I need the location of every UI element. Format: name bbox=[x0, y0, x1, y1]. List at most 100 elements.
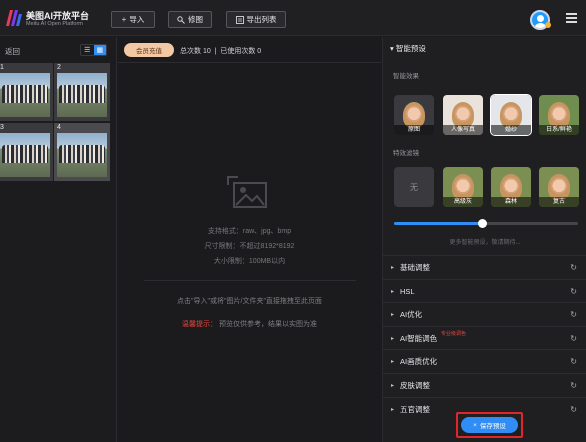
filter-vintage[interactable]: 复古 bbox=[539, 167, 579, 207]
filter-none[interactable]: 无 bbox=[394, 167, 434, 207]
upload-requirements: 支持格式：raw、jpg、bmp 尺寸限制：不超过8192*8192 大小限制：… bbox=[118, 224, 381, 269]
preview-area[interactable]: 会员充值 总次数 10 | 已使用次数 0 支持格式：raw、jpg、bmp 尺… bbox=[118, 37, 381, 442]
effect-label: 人像写真 bbox=[443, 125, 483, 135]
usage-counts: 总次数 10 | 已使用次数 0 bbox=[180, 46, 261, 56]
accordion-row[interactable]: ▸ 基础调整 ↻ bbox=[383, 255, 586, 279]
export-list-button[interactable]: 导出列表 bbox=[226, 11, 286, 28]
reset-icon[interactable]: ↻ bbox=[570, 381, 577, 390]
accordion-label: AI画质优化 bbox=[400, 357, 438, 367]
reset-icon[interactable]: ↻ bbox=[570, 334, 577, 343]
thumbnail-number: 1 bbox=[0, 64, 4, 71]
count-separator: | bbox=[214, 48, 217, 55]
thumbnail-people bbox=[2, 145, 48, 163]
thumbnail-item[interactable]: 1 bbox=[0, 63, 53, 121]
filter-label: 高级灰 bbox=[443, 197, 483, 207]
accordion-label: 皮肤调整 bbox=[400, 381, 430, 390]
filter-intensity-slider[interactable] bbox=[394, 219, 578, 228]
thumbnail-people bbox=[2, 85, 48, 103]
accordion-label: HSL bbox=[400, 286, 415, 296]
chevron-right-icon: ▸ bbox=[391, 383, 395, 389]
file-limit-text: 大小限制：100MB以内 bbox=[213, 258, 286, 265]
more-presets-text: 更多智能预设，敬请期待... bbox=[449, 240, 521, 246]
app-subtitle: Meitu AI Open Platform bbox=[26, 21, 83, 27]
warm-tip-label: 温馨提示： bbox=[182, 321, 218, 328]
filter-label: 复古 bbox=[539, 197, 579, 207]
back-button[interactable]: 返回 bbox=[5, 46, 20, 57]
divider bbox=[144, 280, 356, 281]
accordion-row[interactable]: ▸ 皮肤调整 ↻ bbox=[383, 373, 586, 397]
smart-preset-title: 智能预设 bbox=[395, 44, 426, 53]
thumbnail-number: 4 bbox=[57, 124, 61, 131]
vip-badge-icon bbox=[545, 22, 551, 28]
thumbnail-item-selected[interactable]: 4 bbox=[54, 123, 110, 181]
chevron-right-icon: ▸ bbox=[391, 312, 395, 319]
warm-tip: 温馨提示： 预览仅供参考，结果以实图为准 bbox=[118, 319, 381, 329]
chevron-right-icon: ▸ bbox=[391, 265, 395, 271]
filters-title: 特效滤镜 bbox=[393, 150, 419, 157]
effect-original[interactable]: 原图 bbox=[394, 95, 434, 135]
import-label: 导入 bbox=[129, 15, 145, 24]
reset-icon[interactable]: ↻ bbox=[570, 310, 577, 319]
accordion-label: AI优化 bbox=[400, 310, 423, 320]
accordion-row[interactable]: ▸ HSL ↻ bbox=[383, 278, 586, 303]
filter-premium-gray[interactable]: 高级灰 bbox=[443, 167, 483, 207]
smart-effects-title: 智能效果 bbox=[393, 73, 419, 80]
vip-recharge-button[interactable]: 会员充值 bbox=[124, 43, 174, 57]
size-limit-text: 尺寸限制：不超过8192*8192 bbox=[204, 243, 295, 250]
slider-handle[interactable] bbox=[477, 219, 487, 228]
export-icon bbox=[235, 15, 244, 24]
top-bar: 美图AI开放平台 Meitu AI Open Platform + 导入 修图 … bbox=[0, 0, 586, 36]
filter-label: 森林 bbox=[491, 197, 531, 207]
accordion-row[interactable]: ▸ AI画质优化 ↻ bbox=[383, 349, 586, 373]
grid-view-icon[interactable]: ▦ bbox=[93, 45, 106, 55]
list-view-icon[interactable]: ☰ bbox=[81, 45, 94, 55]
wand-icon bbox=[177, 15, 185, 24]
used-count: 已使用次数 0 bbox=[220, 48, 262, 55]
effect-japanese[interactable]: 日系/鲜艳 bbox=[539, 95, 579, 135]
thumbnail-item[interactable]: 3 bbox=[0, 123, 53, 181]
thumbnail-item[interactable]: 2 bbox=[54, 63, 110, 121]
plus-icon: + bbox=[121, 15, 127, 24]
close-icon: × bbox=[473, 421, 477, 429]
smart-preset-header[interactable]: ▾ 智能预设 bbox=[390, 43, 426, 54]
save-preset-highlight: × 保存预设 bbox=[456, 412, 523, 438]
import-button[interactable]: + 导入 bbox=[111, 11, 155, 28]
slider-fill bbox=[394, 222, 483, 225]
accordion-row[interactable]: ▸ AI智能调色 专业级调色 ↻ bbox=[383, 325, 586, 350]
save-preset-label: 保存预设 bbox=[479, 423, 506, 430]
export-list-label: 导出列表 bbox=[246, 15, 277, 24]
filter-none-label: 无 bbox=[410, 182, 418, 192]
reset-icon[interactable]: ↻ bbox=[570, 263, 577, 272]
quota-bar: 会员充值 总次数 10 | 已使用次数 0 bbox=[118, 37, 381, 63]
chevron-right-icon: ▸ bbox=[391, 359, 395, 366]
retouch-label: 修图 bbox=[188, 15, 203, 24]
accordion-label: AI智能调色 bbox=[400, 333, 438, 343]
chevron-right-icon: ▸ bbox=[391, 288, 395, 295]
accordion-row[interactable]: ▸ AI优化 ↻ bbox=[383, 302, 586, 326]
warm-tip-text: 预览仅供参考，结果以实图为准 bbox=[218, 321, 317, 328]
meitu-logo-icon bbox=[6, 10, 22, 26]
image-placeholder-icon bbox=[227, 176, 267, 208]
chevron-right-icon: ▸ bbox=[391, 406, 395, 413]
effect-wedding[interactable]: 婚纱 bbox=[490, 94, 532, 136]
reset-icon[interactable]: ↻ bbox=[570, 405, 577, 414]
thumbnail-people bbox=[59, 85, 105, 103]
reset-icon[interactable]: ↻ bbox=[570, 287, 577, 296]
formats-text: 支持格式：raw、jpg、bmp bbox=[207, 228, 292, 235]
effect-label: 原图 bbox=[394, 125, 434, 135]
effect-portrait[interactable]: 人像写真 bbox=[443, 95, 483, 135]
effect-label: 日系/鲜艳 bbox=[539, 125, 579, 135]
thumbnail-number: 2 bbox=[57, 64, 61, 71]
image-list-panel: 返回 ☰ ▦ 1 2 3 4 bbox=[0, 37, 117, 442]
reset-icon[interactable]: ↻ bbox=[570, 357, 577, 366]
thumbnail-people bbox=[59, 145, 105, 163]
retouch-button[interactable]: 修图 bbox=[168, 11, 212, 28]
chevron-down-icon: ▾ bbox=[390, 44, 394, 53]
filter-forest[interactable]: 森林 bbox=[491, 167, 531, 207]
view-toggle[interactable]: ☰ ▦ bbox=[80, 44, 107, 56]
accordion-label: 基础调整 bbox=[400, 263, 430, 272]
menu-icon[interactable] bbox=[566, 13, 577, 23]
accordion-label: 五官调整 bbox=[400, 404, 430, 414]
save-preset-button[interactable]: × 保存预设 bbox=[461, 417, 518, 433]
adjustment-panel: ▾ 智能预设 智能效果 原图 人像写真 婚纱 日系/鲜艳 特效滤镜 无 高级灰 … bbox=[382, 37, 586, 442]
